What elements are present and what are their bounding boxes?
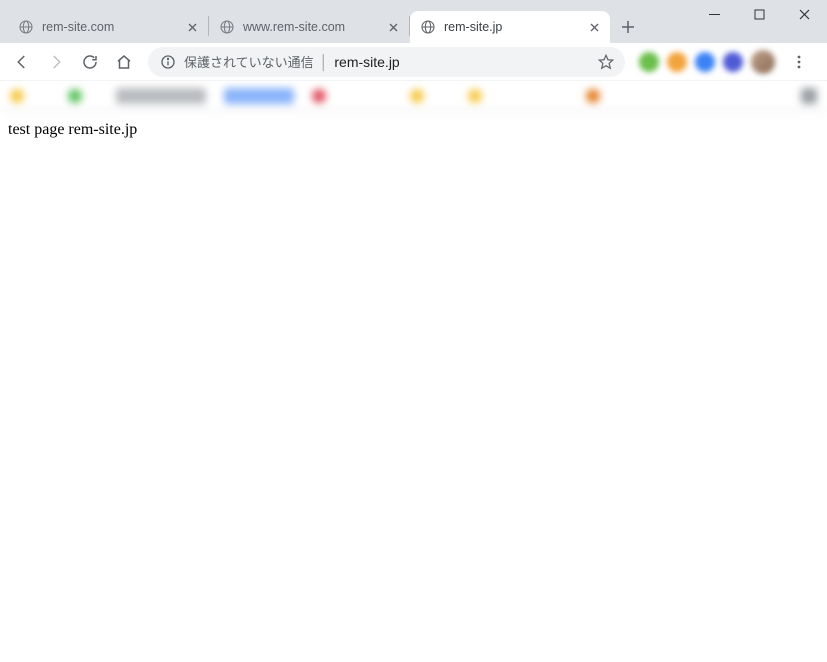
window-close-button[interactable] bbox=[782, 0, 827, 28]
tab-title: www.rem-site.com bbox=[243, 20, 385, 34]
page-body-text: test page rem-site.jp bbox=[8, 121, 137, 138]
globe-icon bbox=[219, 19, 235, 35]
tab-close-icon[interactable] bbox=[385, 19, 401, 35]
globe-icon bbox=[18, 19, 34, 35]
tab-1[interactable]: www.rem-site.com bbox=[209, 11, 409, 43]
url-text: rem-site.jp bbox=[334, 54, 597, 70]
chrome-menu-button[interactable] bbox=[783, 46, 815, 78]
extensions-area bbox=[633, 46, 821, 78]
page-content: test page rem-site.jp bbox=[0, 111, 827, 149]
extension-icon[interactable] bbox=[667, 52, 687, 72]
toolbar: 保護されていない通信 │ rem-site.jp bbox=[0, 43, 827, 81]
home-button[interactable] bbox=[108, 46, 140, 78]
omnibox-divider: │ bbox=[320, 54, 329, 70]
forward-button[interactable] bbox=[40, 46, 72, 78]
tab-0[interactable]: rem-site.com bbox=[8, 11, 208, 43]
reload-button[interactable] bbox=[74, 46, 106, 78]
profile-avatar[interactable] bbox=[751, 50, 775, 74]
tab-title: rem-site.com bbox=[42, 20, 184, 34]
site-info-icon[interactable] bbox=[160, 54, 176, 70]
tab-close-icon[interactable] bbox=[184, 19, 200, 35]
address-bar[interactable]: 保護されていない通信 │ rem-site.jp bbox=[148, 47, 625, 77]
bookmark-star-icon[interactable] bbox=[597, 53, 615, 71]
window-minimize-button[interactable] bbox=[692, 0, 737, 28]
extension-icon[interactable] bbox=[695, 52, 715, 72]
globe-icon bbox=[420, 19, 436, 35]
extension-icon[interactable] bbox=[723, 52, 743, 72]
window-maximize-button[interactable] bbox=[737, 0, 782, 28]
new-tab-button[interactable] bbox=[614, 13, 642, 41]
tab-title: rem-site.jp bbox=[444, 20, 586, 34]
tab-close-icon[interactable] bbox=[586, 19, 602, 35]
tab-2[interactable]: rem-site.jp bbox=[410, 11, 610, 43]
security-status-label: 保護されていない通信 bbox=[184, 52, 314, 71]
bookmarks-bar[interactable] bbox=[0, 81, 827, 111]
extension-icon[interactable] bbox=[639, 52, 659, 72]
window-controls bbox=[692, 0, 827, 28]
back-button[interactable] bbox=[6, 46, 38, 78]
